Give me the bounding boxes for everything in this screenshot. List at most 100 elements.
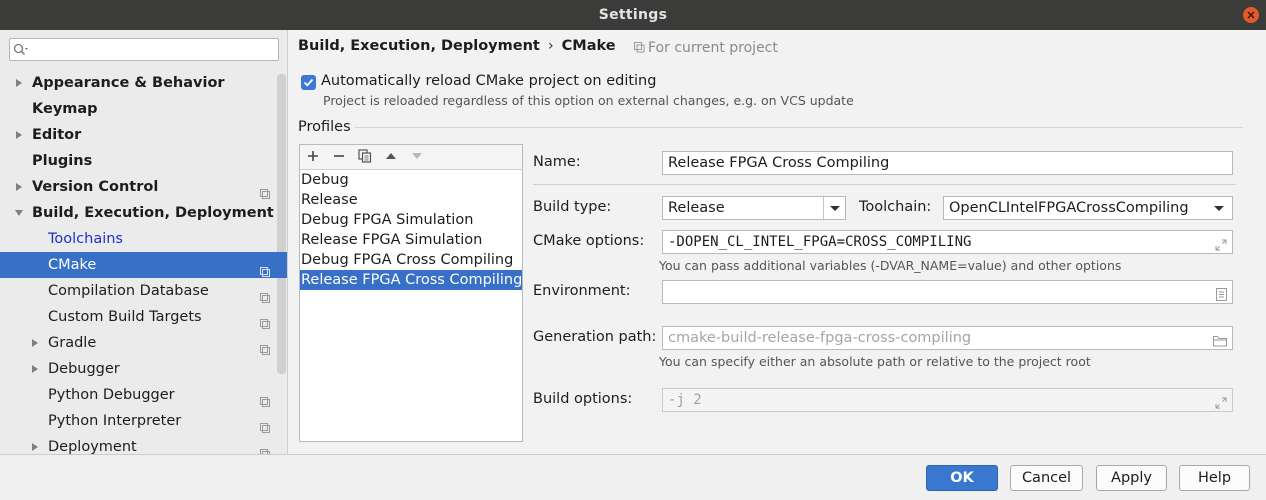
build-options-input[interactable]: -j 2 (662, 388, 1233, 412)
remove-profile-button[interactable] (330, 149, 348, 165)
profile-item[interactable]: Debug FPGA Cross Compiling (300, 250, 522, 270)
sidebar-item-build-execution-deployment[interactable]: Build, Execution, Deployment (0, 200, 287, 226)
environment-label: Environment: (533, 283, 631, 299)
environment-input[interactable] (662, 280, 1233, 304)
profile-item[interactable]: Release (300, 190, 522, 210)
ok-button[interactable]: OK (926, 465, 998, 491)
expand-arrow-icon[interactable] (16, 79, 22, 87)
expand-arrow-icon[interactable] (32, 365, 38, 373)
generation-path-input[interactable]: cmake-build-release-fpga-cross-compiling (662, 326, 1233, 350)
sidebar-item-label: Gradle (48, 335, 97, 351)
sidebar-item-keymap[interactable]: Keymap (0, 96, 287, 122)
profile-item[interactable]: Release FPGA Simulation (300, 230, 522, 250)
toolchain-label: Toolchain: (859, 199, 932, 215)
auto-reload-hint: Project is reloaded regardless of this o… (323, 93, 854, 108)
build-type-label: Build type: (533, 199, 612, 215)
sidebar-item-label: Python Interpreter (48, 413, 182, 429)
profile-item-selected[interactable]: Release FPGA Cross Compiling (300, 270, 522, 290)
expand-arrow-icon[interactable] (16, 183, 22, 191)
project-scope-icon (260, 338, 270, 355)
build-options-label: Build options: (533, 391, 633, 407)
help-button[interactable]: Help (1179, 465, 1250, 491)
close-button[interactable] (1243, 7, 1259, 23)
sidebar-item-label: Python Debugger (48, 387, 175, 403)
settings-content: Build, Execution, Deployment › CMake For c… (289, 30, 1266, 454)
sidebar-item-cmake[interactable]: CMake (0, 252, 287, 278)
toolchain-value: OpenCLIntelFPGACrossCompiling (949, 200, 1189, 216)
project-scope-icon (260, 416, 270, 433)
project-scope-icon (260, 182, 270, 199)
cancel-button[interactable]: Cancel (1010, 465, 1083, 491)
breadcrumb-parent[interactable]: Build, Execution, Deployment (298, 38, 540, 54)
settings-sidebar: Appearance & Behavior Keymap Editor Plug… (0, 30, 288, 454)
project-scope-icon (260, 286, 270, 303)
sidebar-item-toolchains[interactable]: Toolchains (0, 226, 287, 252)
apply-button[interactable]: Apply (1096, 465, 1167, 491)
sidebar-item-compilation-database[interactable]: Compilation Database (0, 278, 287, 304)
build-type-value: Release (668, 200, 725, 216)
sidebar-item-deployment[interactable]: Deployment (0, 434, 287, 454)
profiles-divider (355, 127, 1243, 128)
sidebar-item-label: Compilation Database (48, 283, 209, 299)
settings-search-input[interactable] (9, 38, 279, 61)
checkmark-icon (303, 78, 314, 87)
cmake-options-input[interactable]: -DOPEN_CL_INTEL_FPGA=CROSS_COMPILING (662, 230, 1233, 254)
sidebar-item-label: Debugger (48, 361, 120, 377)
sidebar-item-label: Editor (32, 127, 82, 143)
cmake-options-hint: You can pass additional variables (-DVAR… (659, 258, 1122, 273)
arrow-up-icon (386, 153, 396, 159)
close-icon (1247, 11, 1255, 19)
dialog-footer: OK Cancel Apply Help (0, 454, 1266, 500)
sidebar-item-debugger[interactable]: Debugger (0, 356, 287, 382)
sidebar-item-label: Plugins (32, 153, 93, 169)
expand-icon[interactable] (1215, 236, 1227, 253)
move-down-button[interactable] (408, 149, 426, 165)
sidebar-item-editor[interactable]: Editor (0, 122, 287, 148)
copy-profile-button[interactable] (356, 149, 374, 165)
sidebar-item-gradle[interactable]: Gradle (0, 330, 287, 356)
sidebar-item-plugins[interactable]: Plugins (0, 148, 287, 174)
build-type-dropdown-button[interactable] (823, 197, 845, 219)
chevron-down-icon (830, 206, 840, 211)
auto-reload-checkbox[interactable] (301, 75, 316, 90)
scope-label: For current project (634, 40, 778, 56)
expand-arrow-icon[interactable] (16, 131, 22, 139)
add-profile-button[interactable] (304, 149, 322, 165)
folder-icon[interactable] (1213, 332, 1227, 349)
auto-reload-label[interactable]: Automatically reload CMake project on ed… (321, 73, 656, 89)
breadcrumb-current: CMake (561, 38, 616, 54)
move-up-button[interactable] (382, 149, 400, 165)
project-scope-icon (634, 42, 645, 53)
window-title: Settings (598, 7, 668, 23)
sidebar-item-python-debugger[interactable]: Python Debugger (0, 382, 287, 408)
sidebar-item-version-control[interactable]: Version Control (0, 174, 287, 200)
name-label: Name: (533, 154, 581, 170)
sidebar-item-label: Keymap (32, 101, 98, 117)
sidebar-item-custom-build-targets[interactable]: Custom Build Targets (0, 304, 287, 330)
sidebar-item-python-interpreter[interactable]: Python Interpreter (0, 408, 287, 434)
profiles-heading: Profiles (298, 119, 351, 135)
expand-arrow-icon[interactable] (32, 339, 38, 347)
profiles-toolbar (300, 145, 522, 170)
build-type-select[interactable]: Release (662, 196, 846, 220)
profile-item[interactable]: Debug FPGA Simulation (300, 210, 522, 230)
sidebar-item-label: Version Control (32, 179, 159, 195)
arrow-down-icon (412, 153, 422, 159)
search-icon (13, 43, 28, 55)
profile-name-input[interactable]: Release FPGA Cross Compiling (662, 151, 1233, 175)
sidebar-item-label: Deployment (48, 439, 137, 454)
profile-item[interactable]: Debug (300, 170, 522, 190)
project-scope-icon (260, 312, 270, 329)
chevron-down-icon[interactable] (1214, 206, 1224, 211)
minus-icon (334, 155, 344, 157)
breadcrumb: Build, Execution, Deployment › CMake (298, 38, 616, 54)
sidebar-item-appearance[interactable]: Appearance & Behavior (0, 70, 287, 96)
project-scope-icon (260, 390, 270, 407)
sidebar-item-label: Build, Execution, Deployment (32, 205, 274, 221)
toolchain-select[interactable]: OpenCLIntelFPGACrossCompiling (943, 196, 1233, 220)
sidebar-item-label: CMake (48, 257, 97, 273)
document-icon[interactable] (1216, 286, 1227, 303)
expand-arrow-icon[interactable] (32, 443, 38, 451)
expand-icon[interactable] (1215, 394, 1227, 411)
collapse-arrow-icon[interactable] (15, 210, 23, 216)
